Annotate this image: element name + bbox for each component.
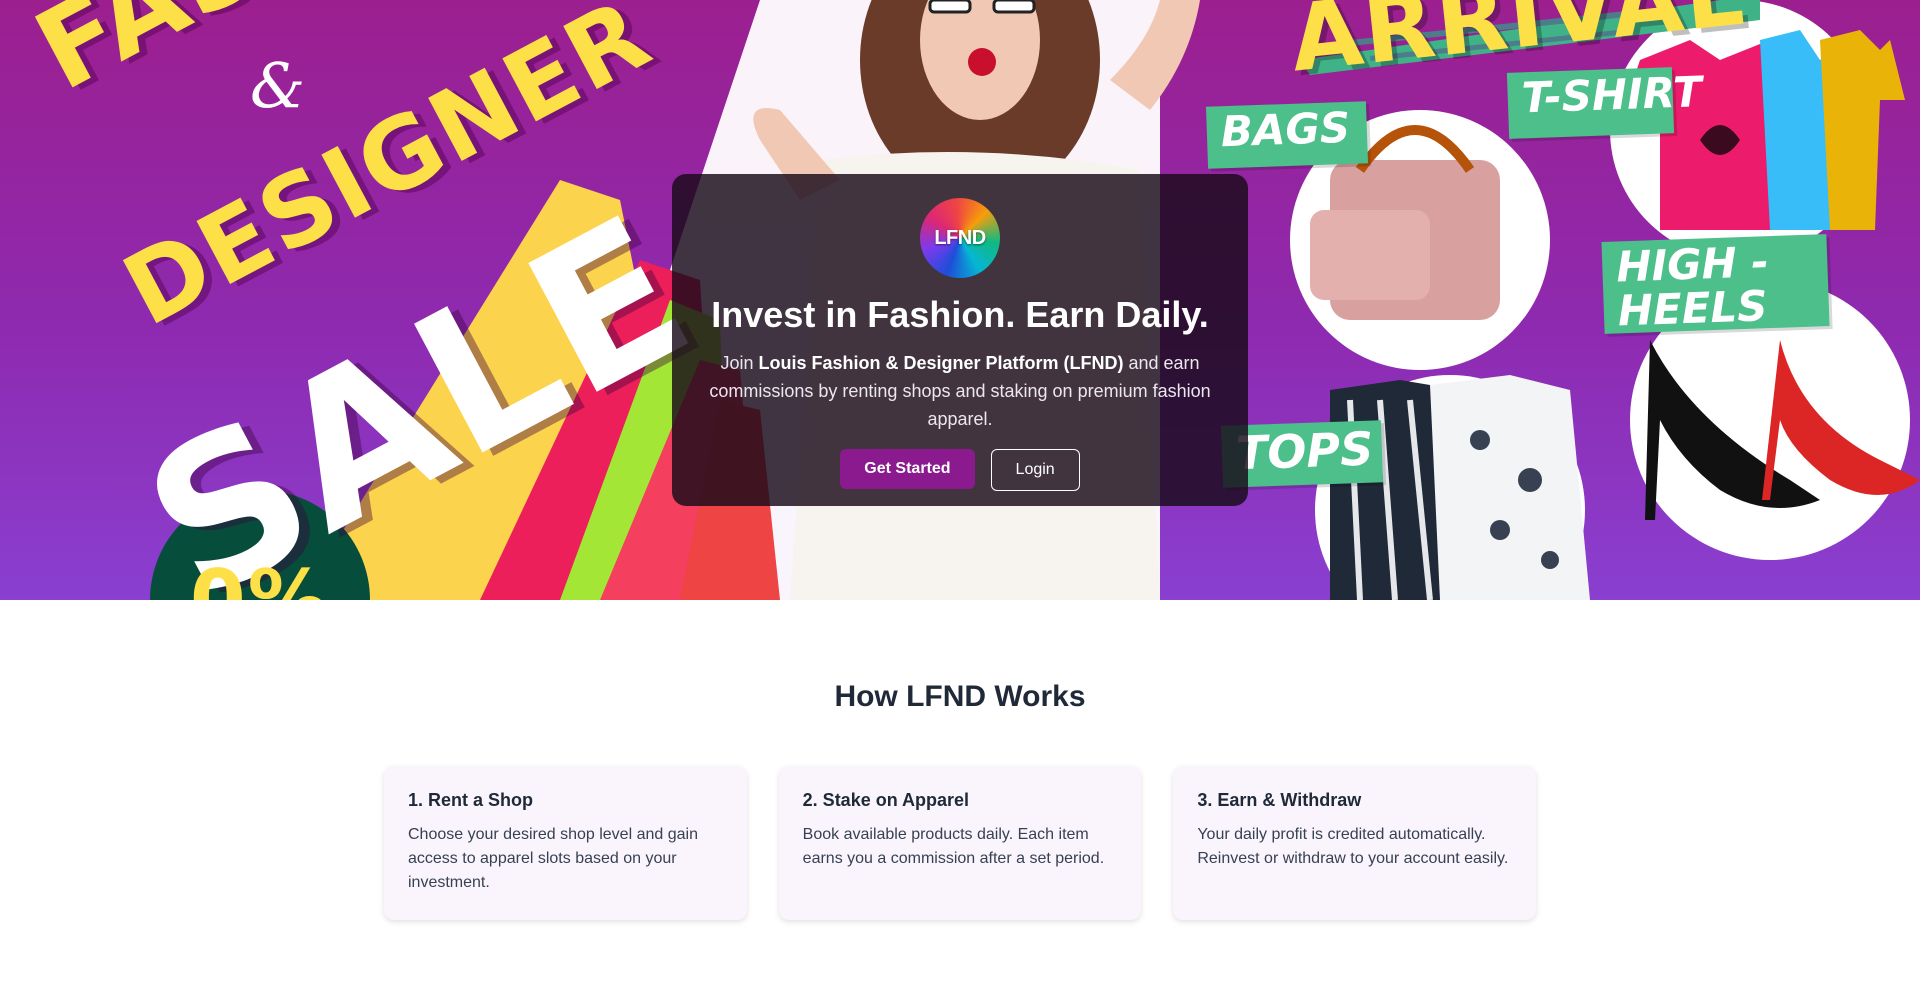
hero-title: Invest in Fashion. Earn Daily.: [711, 294, 1209, 335]
step-description: Book available products daily. Each item…: [802, 826, 1105, 867]
login-button[interactable]: Login: [990, 449, 1080, 492]
step-card-earn-withdraw: 3. Earn & Withdraw Your daily profit is …: [1173, 766, 1537, 920]
lfnd-logo: LFND: [920, 198, 1000, 278]
get-started-button[interactable]: Get Started: [840, 449, 975, 490]
promo-discount-text: 0%: [190, 553, 330, 601]
tag-high-heels: HIGH - HEELS: [1601, 234, 1830, 336]
hero-desc-prefix: Join: [720, 353, 759, 374]
tag-high-heels-line2: HEELS: [1617, 281, 1769, 336]
steps-list: 1. Rent a Shop Choose your desired shop …: [384, 766, 1537, 920]
step-card-stake-apparel: 2. Stake on Apparel Book available produ…: [778, 766, 1142, 920]
hero-description: Join Louis Fashion & Designer Platform (…: [705, 349, 1215, 433]
logo-text: LFND: [934, 226, 986, 249]
step-card-rent-shop: 1. Rent a Shop Choose your desired shop …: [384, 766, 747, 920]
how-it-works-title: How LFND Works: [834, 680, 1086, 713]
hero-actions: Get Started Login: [672, 449, 1248, 492]
promo-ampersand-text: &: [250, 49, 308, 122]
tag-high-heels-line1: HIGH -: [1615, 237, 1770, 292]
hero-section: FASHION & DESIGNER SALE ARRIVAL 0% BAGS …: [0, 0, 1920, 600]
step-description: Your daily profit is credited automatica…: [1197, 826, 1509, 867]
tag-tshirt: T-SHIRT: [1506, 67, 1703, 139]
step-description: Choose your desired shop level and gain …: [408, 826, 698, 891]
step-title: 1. Rent a Shop: [408, 790, 534, 810]
hero-card: LFND Invest in Fashion. Earn Daily. Join…: [672, 174, 1248, 506]
hero-desc-platform-name: Louis Fashion & Designer Platform (LFND): [758, 353, 1124, 374]
step-title: 2. Stake on Apparel: [802, 790, 970, 810]
step-title: 3. Earn & Withdraw: [1197, 790, 1362, 810]
tag-bags: BAGS: [1205, 101, 1369, 169]
